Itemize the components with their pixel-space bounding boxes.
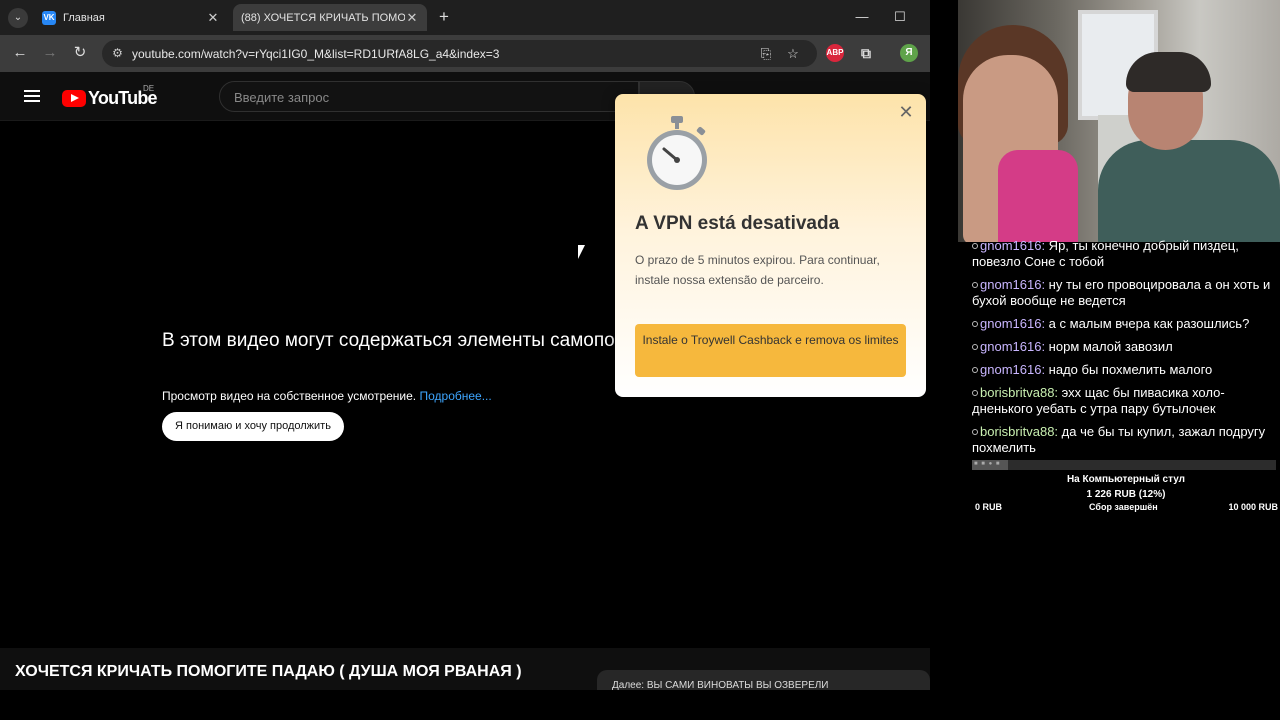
profile-avatar[interactable]: Я — [900, 44, 918, 62]
install-app-icon[interactable]: ⎘ — [758, 46, 774, 62]
chat-text: надо бы похмелить малого — [1045, 362, 1213, 377]
browser-window: ⌄ VK Главная ✕ ▶ (88) ХОЧЕТСЯ КРИЧАТЬ ПО… — [0, 0, 930, 690]
content-warning-title: В этом видео могут содержаться элементы … — [162, 330, 632, 351]
chat-text: а с малым вчера как разошлись? — [1045, 316, 1250, 331]
adblock-icon[interactable]: ABP — [826, 44, 844, 62]
platform-dot-icon — [972, 390, 978, 396]
chat-message: gnom1616: надо бы похмелить малого — [972, 362, 1280, 378]
up-next-text: Далее: ВЫ САМИ ВИНОВАТЫ ВЫ ОЗВЕРЕЛИ — [612, 680, 829, 690]
bookmark-star-icon[interactable]: ☆ — [785, 46, 801, 62]
donation-progress-bar: ■ ■ ● ■ — [972, 460, 1276, 470]
chat-message: gnom1616: а с малым вчера как разошлись? — [972, 316, 1280, 332]
continue-button[interactable]: Я понимаю и хочу продолжить — [162, 412, 344, 441]
minimize-icon[interactable]: — — [855, 9, 869, 24]
chat-nick: gnom1616: — [980, 339, 1046, 354]
site-info-icon[interactable]: ⚙ — [110, 46, 125, 61]
platform-dot-icon — [972, 429, 978, 435]
chat-nick: gnom1616: — [980, 316, 1046, 331]
close-icon[interactable]: ✕ — [898, 103, 914, 121]
tab-youtube[interactable]: ▶ (88) ХОЧЕТСЯ КРИЧАТЬ ПОМОГИТЕ ПАДАЮ ✕ — [233, 4, 427, 90]
chat-text: норм малой завозил — [1045, 339, 1173, 354]
platform-dot-icon — [972, 367, 978, 373]
webcam-feed — [958, 0, 1280, 242]
platform-dot-icon — [972, 282, 978, 288]
mouse-cursor-icon — [578, 245, 589, 259]
forward-icon[interactable]: → — [41, 44, 59, 62]
menu-icon[interactable] — [24, 90, 40, 102]
maximize-icon[interactable]: ☐ — [893, 9, 907, 25]
vk-icon: VK — [42, 10, 56, 25]
vpn-title: A VPN está desativada — [635, 213, 840, 234]
search-input[interactable]: Введите запрос — [219, 81, 639, 112]
chat-message: borisbritva88: эхх щас бы пивасика холо-… — [972, 385, 1280, 417]
new-tab-icon[interactable]: + — [436, 8, 452, 26]
stream-chat: gnom1616: Яр, ты конечно добрый пиздец, … — [972, 238, 1280, 463]
tab-search-icon[interactable]: ⌄ — [8, 8, 28, 28]
platform-icons: ■ ■ ● ■ — [974, 461, 1001, 467]
back-icon[interactable]: ← — [11, 44, 29, 62]
screen: ⌄ VK Главная ✕ ▶ (88) ХОЧЕТСЯ КРИЧАТЬ ПО… — [0, 0, 1280, 720]
chat-nick: gnom1616: — [980, 277, 1046, 292]
donation-status: Сбор завершён — [1089, 502, 1158, 512]
chat-nick: gnom1616: — [980, 238, 1046, 253]
platform-dot-icon — [972, 321, 978, 327]
tab-strip: ⌄ VK Главная ✕ ▶ (88) ХОЧЕТСЯ КРИЧАТЬ ПО… — [0, 0, 930, 90]
vpn-message: O prazo de 5 minutos expirou. Para conti… — [635, 253, 880, 287]
platform-dot-icon — [972, 243, 978, 249]
up-next-panel[interactable]: Далее: ВЫ САМИ ВИНОВАТЫ ВЫ ОЗВЕРЕЛИ — [597, 670, 930, 690]
donation-max: 10 000 RUB — [1228, 502, 1278, 512]
search-placeholder: Введите запрос — [234, 90, 330, 105]
chat-nick: gnom1616: — [980, 362, 1046, 377]
donation-title: На Компьютерный стул — [1066, 474, 1186, 485]
install-extension-button[interactable]: Instale o Troywell Cashback e remova os … — [635, 324, 906, 377]
donation-amount: 1 226 RUB (12%) — [1086, 489, 1166, 500]
chat-nick: borisbritva88: — [980, 424, 1059, 439]
tab-label: (88) ХОЧЕТСЯ КРИЧАТЬ ПОМОГИТЕ ПАДАЮ — [241, 11, 405, 24]
extensions-icon[interactable]: ⧉ — [857, 44, 875, 62]
tab-close-icon[interactable]: ✕ — [405, 10, 419, 26]
youtube-play-icon — [62, 90, 86, 107]
content-warning-subtitle: Просмотр видео на собственное усмотрение… — [162, 389, 492, 403]
reload-icon[interactable]: ↻ — [71, 44, 89, 62]
chat-message: gnom1616: ну ты его провоцировала а он х… — [972, 277, 1280, 309]
chat-message: gnom1616: Яр, ты конечно добрый пиздец, … — [972, 238, 1280, 270]
vpn-popup: ✕ A VPN está desativada O prazo de 5 min… — [615, 94, 926, 397]
tab-label: Главная — [63, 11, 105, 24]
chat-message: borisbritva88: да че бы ты купил, зажал … — [972, 424, 1280, 456]
chat-message: gnom1616: норм малой завозил — [972, 339, 1280, 355]
url-text: youtube.com/watch?v=rYqci1IG0_M&list=RD1… — [132, 47, 500, 61]
learn-more-link[interactable]: Подробнее... — [419, 389, 491, 403]
stopwatch-icon — [647, 116, 707, 190]
youtube-logo[interactable]: YouTube DE — [62, 84, 158, 109]
tab-close-icon[interactable]: ✕ — [206, 10, 220, 26]
video-title: ХОЧЕТСЯ КРИЧАТЬ ПОМОГИТЕ ПАДАЮ ( ДУША МО… — [15, 663, 522, 680]
warning-sub-text: Просмотр видео на собственное усмотрение… — [162, 389, 417, 403]
address-bar[interactable]: ⚙ youtube.com/watch?v=rYqci1IG0_M&list=R… — [102, 40, 817, 67]
chat-nick: borisbritva88: — [980, 385, 1059, 400]
country-code: DE — [143, 84, 155, 93]
donation-min: 0 RUB — [975, 502, 1003, 512]
browser-toolbar: ← → ↻ ⚙ youtube.com/watch?v=rYqci1IG0_M&… — [0, 35, 930, 72]
tab-vk[interactable]: VK Главная ✕ — [34, 4, 228, 31]
platform-dot-icon — [972, 344, 978, 350]
